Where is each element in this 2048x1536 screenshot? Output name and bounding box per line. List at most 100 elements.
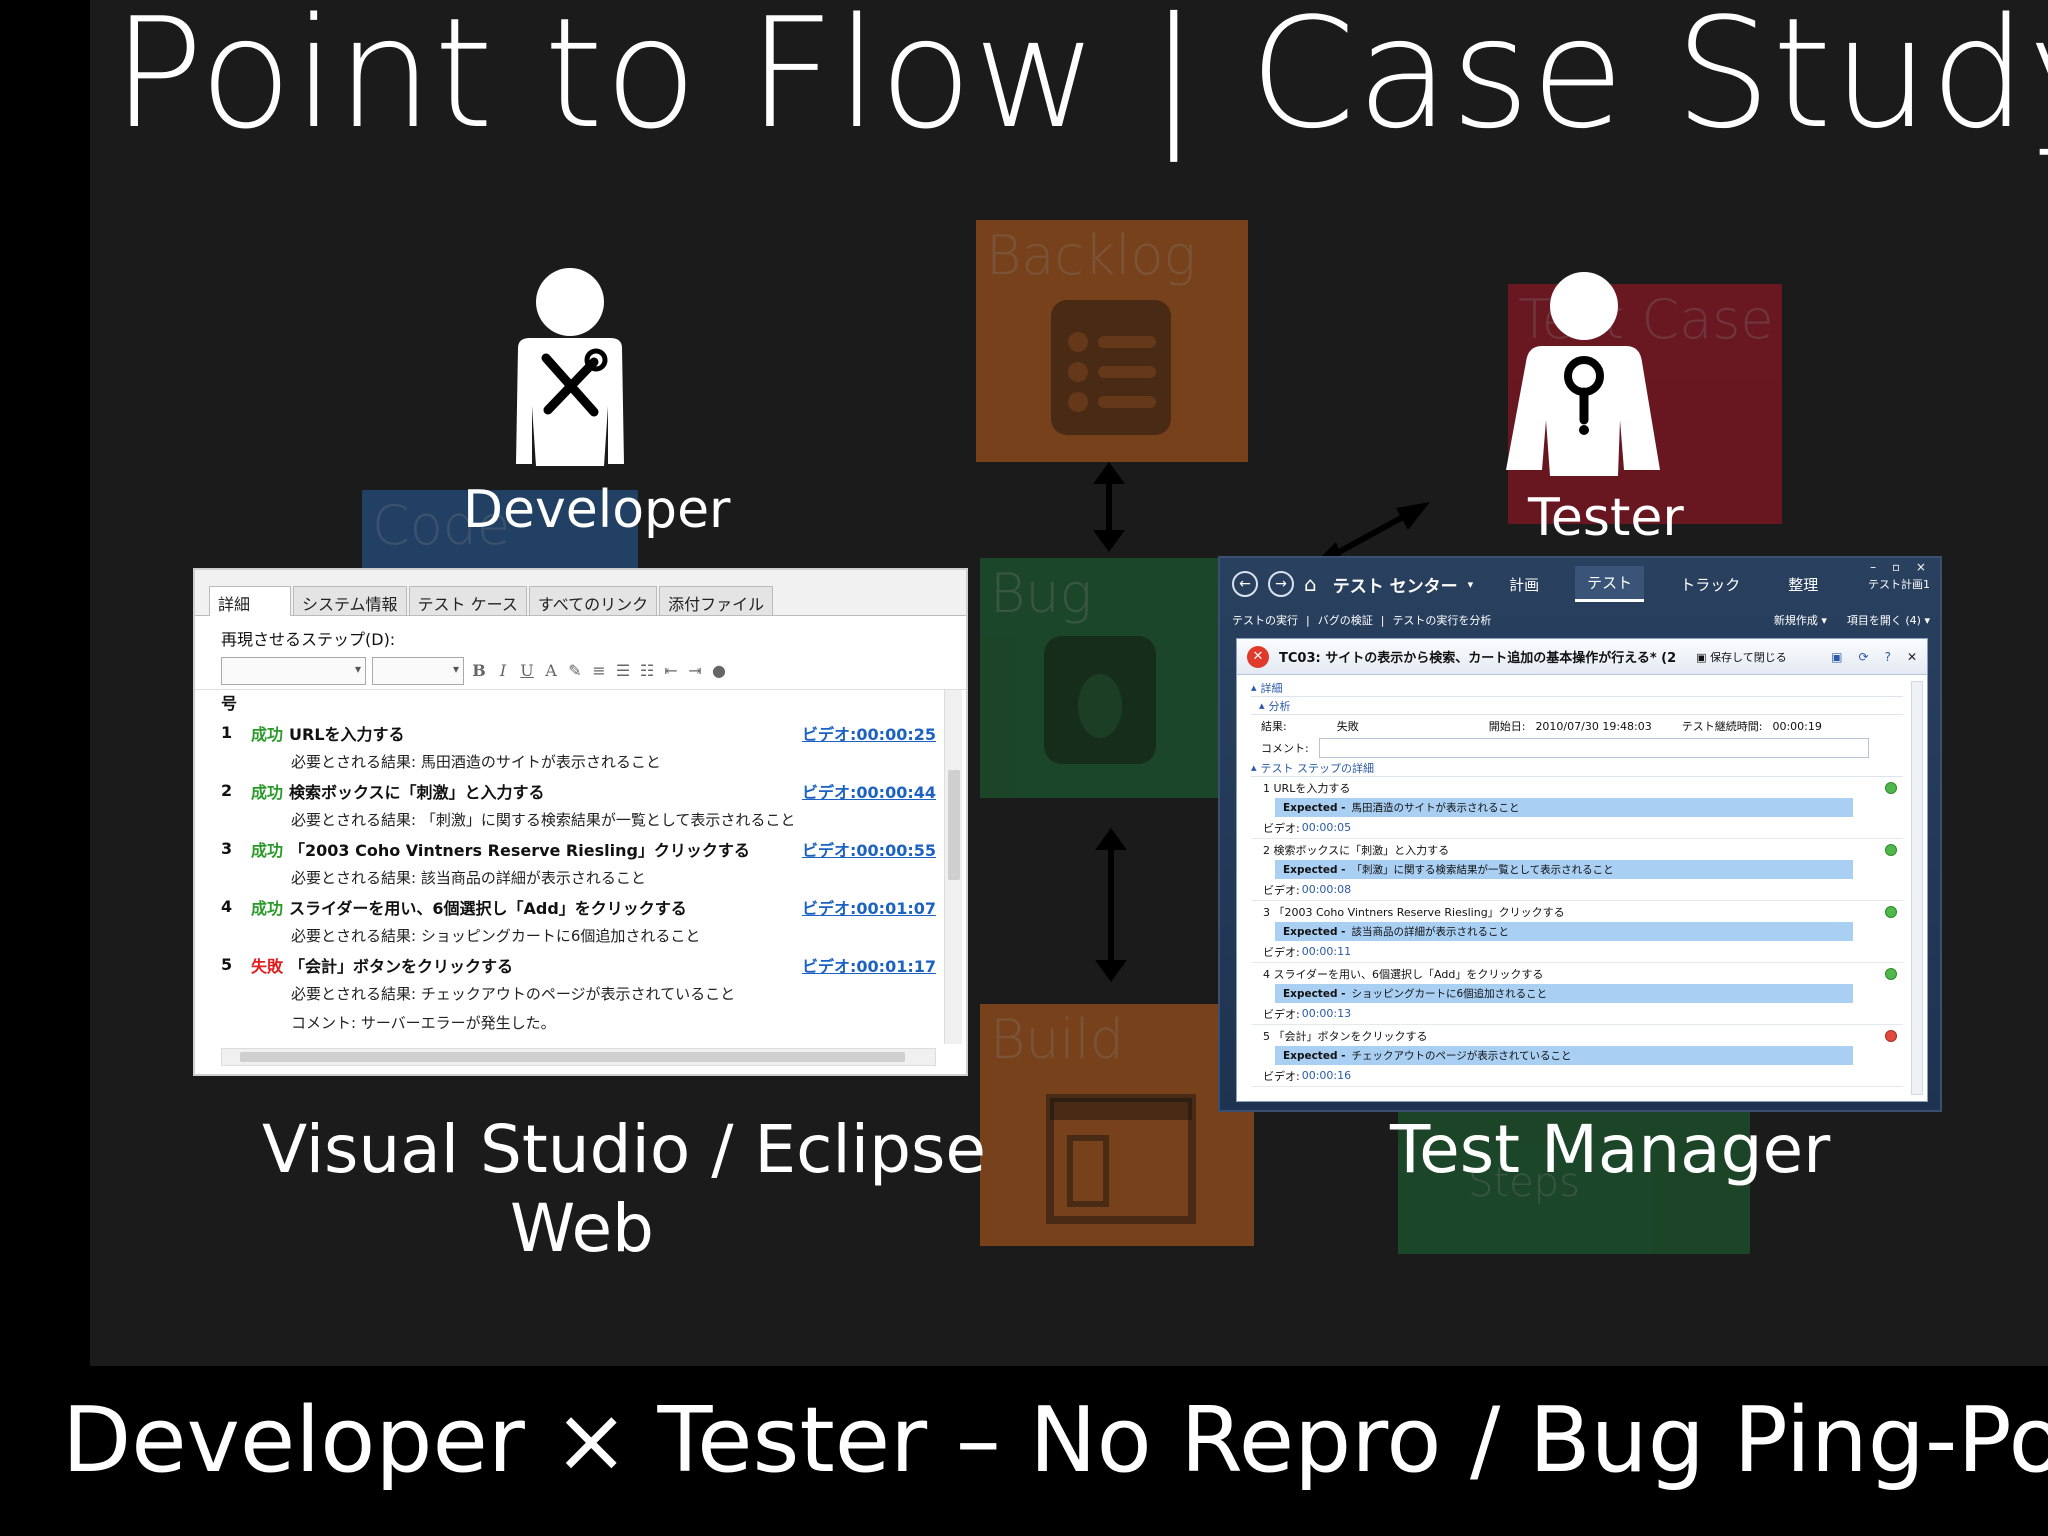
vs-tab-test-cases[interactable]: テスト ケース — [408, 586, 527, 615]
vs-tab-system-info[interactable]: システム情報 — [293, 586, 407, 615]
tm-app-label: Test Manager — [1390, 1111, 1831, 1188]
backlog-tile-label: Backlog — [986, 224, 1196, 287]
backlog-bug-arrow — [1093, 462, 1125, 552]
tm-step-video: ビデオ: 00:00:05 — [1251, 817, 1903, 839]
vs-step-row: 5 失敗 「会計」ボタンをクリックする ビデオ:00:01:17 — [221, 950, 936, 979]
back-icon[interactable]: ← — [1232, 571, 1258, 597]
tm-app-name[interactable]: テスト センター — [1333, 572, 1458, 597]
tm-step-label: 4 スライダーを用い、6個選択し「Add」をクリックする — [1263, 967, 1544, 981]
tm-nav-organize[interactable]: 整理 — [1776, 568, 1830, 601]
section-analysis-label: 分析 — [1268, 699, 1291, 713]
start-value: 2010/07/30 19:48:03 — [1535, 719, 1652, 733]
expected-prefix: Expected - — [1283, 1049, 1346, 1062]
slide-title: Point to Flow | Case Study ② — [112, 0, 2048, 162]
tm-step-expected: Expected - 「刺激」に関する検索結果が一覧として表示されること — [1275, 860, 1853, 879]
font-color-icon[interactable]: A — [542, 661, 560, 680]
vs-step-row: 4 成功 スライダーを用い、6個選択し「Add」をクリックする ビデオ:00:01:0… — [221, 892, 936, 921]
outdent-icon[interactable]: ⇤ — [662, 661, 680, 680]
expected-text: ショッピングカートに6個追加されること — [1351, 988, 1548, 1000]
bold-icon[interactable]: B — [470, 661, 488, 680]
tm-step-expected: Expected - 該当商品の詳細が表示されること — [1275, 922, 1853, 941]
pass-status-icon — [1885, 967, 1897, 980]
step-video-link[interactable]: ビデオ:00:00:44 — [802, 779, 936, 803]
italic-icon[interactable]: I — [494, 661, 512, 680]
section-analysis-toggle[interactable]: ▴ 分析 — [1251, 697, 1903, 715]
numbered-list-icon[interactable]: ☷ — [638, 661, 656, 680]
save-disk-icon[interactable]: ▣ — [1831, 650, 1842, 664]
tm-vertical-scrollbar[interactable] — [1911, 681, 1923, 1095]
tm-result-row: 結果: 失敗 開始日: 2010/07/30 19:48:03 テスト継続時間:… — [1251, 715, 1903, 737]
step-video-link[interactable]: ビデオ:00:01:17 — [802, 953, 936, 977]
expected-prefix: Expected - — [1283, 925, 1346, 938]
tm-step-expected: Expected - 馬田酒造のサイトが表示されること — [1275, 798, 1853, 817]
build-tile-label: Build — [990, 1008, 1124, 1071]
save-close-button[interactable]: ▣ 保存して閉じる — [1696, 649, 1787, 665]
section-details-toggle[interactable]: ▴ 詳細 — [1251, 679, 1903, 697]
home-icon[interactable]: ⌂ — [1304, 572, 1317, 596]
vs-tab-all-links[interactable]: すべてのリンク — [528, 586, 658, 615]
tm-plan-label[interactable]: テスト計画1 — [1868, 576, 1930, 592]
tm-step-video: ビデオ: 00:00:16 — [1251, 1065, 1903, 1087]
tm-open-items-button[interactable]: 項目を開く (4) ▾ — [1847, 612, 1930, 628]
vs-format-toolbar: B I U A ✎ ≡ ☰ ☷ ⇤ ⇥ ● — [195, 652, 966, 690]
vs-vertical-scrollbar[interactable] — [944, 690, 962, 1044]
tm-subnav-run-tests[interactable]: テストの実行 — [1232, 612, 1298, 628]
expected-text: 該当商品の詳細が表示されること — [1351, 926, 1509, 938]
video-prefix: ビデオ: — [1263, 945, 1300, 959]
video-time-link[interactable]: 00:00:05 — [1302, 821, 1351, 834]
vs-horizontal-scrollbar[interactable] — [221, 1048, 936, 1066]
tm-step-video: ビデオ: 00:00:08 — [1251, 879, 1903, 901]
vs-tab-attachments[interactable]: 添付ファイル — [659, 586, 774, 615]
tm-new-button[interactable]: 新規作成 ▾ — [1774, 612, 1827, 628]
close-icon[interactable]: ✕ — [1907, 650, 1917, 664]
tm-subnav-verify-bugs[interactable]: バグの検証 — [1318, 612, 1373, 628]
step-number: 1 — [221, 723, 233, 742]
test-manager-window: – ▫ × ← → ⌂ テスト センター ▾ 計画 テスト トラック 整理 テス… — [1218, 556, 1942, 1112]
tm-step-label: 1 URLを入力する — [1263, 781, 1351, 795]
build-window-icon — [1046, 1094, 1196, 1224]
align-icon[interactable]: ≡ — [590, 661, 608, 680]
forward-icon[interactable]: → — [1268, 571, 1294, 597]
save-icon: ▣ — [1696, 650, 1707, 664]
tm-nav-test[interactable]: テスト — [1575, 566, 1645, 602]
video-time-link[interactable]: 00:00:13 — [1302, 1007, 1351, 1020]
window-controls[interactable]: – ▫ × — [1870, 560, 1932, 574]
font-family-select[interactable] — [221, 656, 366, 685]
help-icon[interactable]: ? — [1885, 650, 1891, 664]
indent-icon[interactable]: ⇥ — [686, 661, 704, 680]
comment-input[interactable] — [1318, 738, 1869, 758]
refresh-icon[interactable]: ⟳ — [1859, 650, 1869, 664]
video-time-link[interactable]: 00:00:08 — [1302, 883, 1351, 896]
tm-subnav-analyze-runs[interactable]: テストの実行を分析 — [1392, 612, 1491, 628]
highlight-icon[interactable]: ✎ — [566, 661, 584, 680]
tm-step-row: 2 検索ボックスに「刺激」と入力する — [1251, 839, 1903, 860]
tm-comment-row: コメント: — [1251, 737, 1903, 759]
vs-repro-steps-label: 再現させるステップ(D): — [221, 630, 396, 649]
step-status: 成功 — [251, 898, 284, 918]
step-expected-result: 必要とされる結果: 「刺激」に関する検索結果が一覧として表示されること — [291, 811, 796, 829]
video-prefix: ビデオ: — [1263, 883, 1300, 897]
video-time-link[interactable]: 00:00:16 — [1302, 1069, 1351, 1082]
step-number: 2 — [221, 781, 233, 800]
collapse-caret-icon: ▴ — [1251, 681, 1257, 694]
video-time-link[interactable]: 00:00:11 — [1302, 945, 1351, 958]
font-size-select[interactable] — [372, 656, 464, 685]
section-steps-toggle[interactable]: ▴ テスト ステップの詳細 — [1251, 759, 1903, 777]
expected-prefix: Expected - — [1283, 863, 1346, 876]
tm-nav-plan[interactable]: 計画 — [1497, 568, 1551, 601]
step-video-link[interactable]: ビデオ:00:00:55 — [802, 837, 936, 861]
insert-image-icon[interactable]: ● — [710, 661, 728, 680]
tm-step-row: 4 スライダーを用い、6個選択し「Add」をクリックする — [1251, 963, 1903, 984]
bullet-list-icon[interactable]: ☰ — [614, 661, 632, 680]
fail-x-icon: ✕ — [1247, 645, 1269, 668]
step-video-link[interactable]: ビデオ:00:00:25 — [802, 721, 936, 745]
vs-tab-details[interactable]: 詳細 — [209, 586, 292, 616]
tm-step-label: 2 検索ボックスに「刺激」と入力する — [1263, 843, 1450, 857]
step-action: スライダーを用い、6個選択し「Add」をクリックする — [289, 898, 687, 918]
underline-icon[interactable]: U — [518, 661, 536, 680]
step-status: 成功 — [251, 724, 284, 744]
chevron-down-icon[interactable]: ▾ — [1468, 578, 1474, 591]
tm-nav-track[interactable]: トラック — [1668, 568, 1752, 601]
tm-doc-body: ▴ 詳細 ▴ 分析 結果: 失敗 開始日: 2010/07/30 19:48:03 … — [1251, 679, 1903, 1097]
step-video-link[interactable]: ビデオ:00:01:07 — [802, 895, 936, 919]
